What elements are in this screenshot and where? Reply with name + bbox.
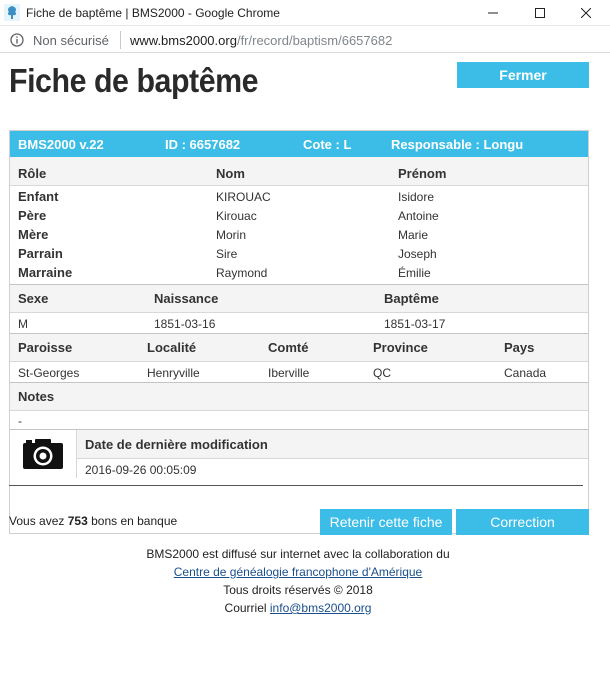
col-sexe: Sexe bbox=[18, 291, 49, 306]
prenom-cell: Émilie bbox=[398, 266, 431, 280]
maximize-icon bbox=[535, 8, 545, 18]
photo-box[interactable] bbox=[10, 430, 76, 478]
col-role: Rôle bbox=[18, 166, 47, 181]
record-id: ID : 6657682 bbox=[165, 137, 241, 152]
nom-cell: Raymond bbox=[216, 266, 268, 280]
bank-prefix: Vous avez bbox=[9, 514, 65, 528]
row-divider bbox=[10, 410, 588, 411]
record-header-bar: BMS2000 v.22 ID : 6657682 Cote : L Respo… bbox=[10, 131, 588, 157]
url-path: /fr/record/baptism/6657682 bbox=[236, 33, 393, 48]
sexe-value: M bbox=[18, 317, 28, 331]
footer-rights: Tous droits réservés © 2018 bbox=[223, 583, 373, 597]
close-window-button[interactable] bbox=[563, 0, 609, 26]
modified-label: Date de dernière modification bbox=[85, 437, 268, 452]
localite-value: Henryville bbox=[147, 366, 200, 380]
page-content: Fiche de baptême Fermer BMS2000 v.22 ID … bbox=[0, 54, 610, 693]
naissance-value: 1851-03-16 bbox=[154, 317, 216, 331]
email-link[interactable]: info@bms2000.org bbox=[270, 601, 372, 615]
footer: BMS2000 est diffusé sur internet avec la… bbox=[0, 545, 596, 617]
row-divider bbox=[10, 185, 588, 186]
prenom-cell: Isidore bbox=[398, 190, 435, 204]
col-prenom: Prénom bbox=[398, 166, 447, 181]
bapteme-value: 1851-03-17 bbox=[384, 317, 446, 331]
footer-divider bbox=[9, 485, 583, 486]
nom-cell: Kirouac bbox=[216, 209, 257, 223]
role-cell: Marraine bbox=[18, 265, 73, 280]
page-title: Fiche de baptême bbox=[9, 62, 259, 99]
prenom-cell: Joseph bbox=[398, 247, 437, 261]
version-label: BMS2000 v.22 bbox=[18, 137, 104, 152]
responsable-label: Responsable : Longu bbox=[391, 137, 524, 152]
window-title: Fiche de baptême | BMS2000 - Google Chro… bbox=[26, 6, 280, 20]
col-comte: Comté bbox=[268, 340, 309, 355]
bank-count: 753 bbox=[67, 514, 88, 528]
maximize-button[interactable] bbox=[517, 0, 563, 26]
notes-value: - bbox=[18, 414, 22, 428]
nom-cell: Sire bbox=[216, 247, 238, 261]
window-titlebar: Fiche de baptême | BMS2000 - Google Chro… bbox=[0, 0, 610, 26]
close-icon bbox=[581, 8, 591, 18]
camera-icon[interactable] bbox=[22, 438, 64, 470]
cgfa-link[interactable]: Centre de généalogie francophone d'Améri… bbox=[174, 565, 422, 579]
col-bapteme: Baptême bbox=[384, 291, 439, 306]
notes-label: Notes bbox=[18, 389, 55, 404]
province-value: QC bbox=[373, 366, 391, 380]
people-header-row bbox=[10, 157, 588, 185]
record-card: BMS2000 v.22 ID : 6657682 Cote : L Respo… bbox=[9, 130, 589, 534]
close-button[interactable]: Fermer bbox=[457, 62, 589, 88]
footer-line1: BMS2000 est diffusé sur internet avec la… bbox=[146, 547, 450, 561]
col-pays: Pays bbox=[504, 340, 535, 355]
cote-label: Cote : L bbox=[303, 137, 352, 152]
role-cell: Enfant bbox=[18, 189, 59, 204]
minimize-button[interactable] bbox=[470, 0, 516, 26]
row-divider bbox=[77, 458, 588, 459]
modified-value: 2016-09-26 00:05:09 bbox=[85, 463, 197, 477]
security-label: Non sécurisé bbox=[33, 33, 109, 48]
paroisse-value: St-Georges bbox=[18, 366, 80, 380]
col-nom: Nom bbox=[216, 166, 245, 181]
role-cell: Père bbox=[18, 208, 47, 223]
bank-balance: Vous avez 753 bons en banque bbox=[9, 514, 177, 528]
mail-label: Courriel bbox=[224, 601, 267, 615]
row-divider bbox=[10, 312, 588, 313]
col-province: Province bbox=[373, 340, 428, 355]
col-naissance: Naissance bbox=[154, 291, 219, 306]
col-paroisse: Paroisse bbox=[18, 340, 73, 355]
row-divider bbox=[10, 361, 588, 362]
prenom-cell: Antoine bbox=[398, 209, 439, 223]
app-tree-icon bbox=[4, 4, 20, 21]
keep-record-button[interactable]: Retenir cette fiche bbox=[320, 509, 452, 535]
correction-button[interactable]: Correction bbox=[456, 509, 589, 535]
nom-cell: Morin bbox=[216, 228, 247, 242]
birth-header-row bbox=[10, 285, 588, 313]
notes-header-row bbox=[10, 383, 588, 411]
url-text[interactable]: www.bms2000.org/fr/record/baptism/665768… bbox=[130, 33, 392, 48]
address-separator bbox=[120, 31, 121, 49]
minimize-icon bbox=[488, 12, 498, 14]
nom-cell: KIROUAC bbox=[216, 190, 271, 204]
pays-value: Canada bbox=[504, 366, 547, 380]
role-cell: Mère bbox=[18, 227, 49, 242]
prenom-cell: Marie bbox=[398, 228, 429, 242]
comte-value: Iberville bbox=[268, 366, 310, 380]
col-localite: Localité bbox=[147, 340, 197, 355]
info-icon[interactable] bbox=[10, 33, 24, 47]
address-bar[interactable]: Non sécurisé www.bms2000.org/fr/record/b… bbox=[0, 27, 610, 53]
url-host: www.bms2000.org bbox=[130, 33, 237, 48]
bank-suffix: bons en banque bbox=[91, 514, 178, 528]
role-cell: Parrain bbox=[18, 246, 63, 261]
